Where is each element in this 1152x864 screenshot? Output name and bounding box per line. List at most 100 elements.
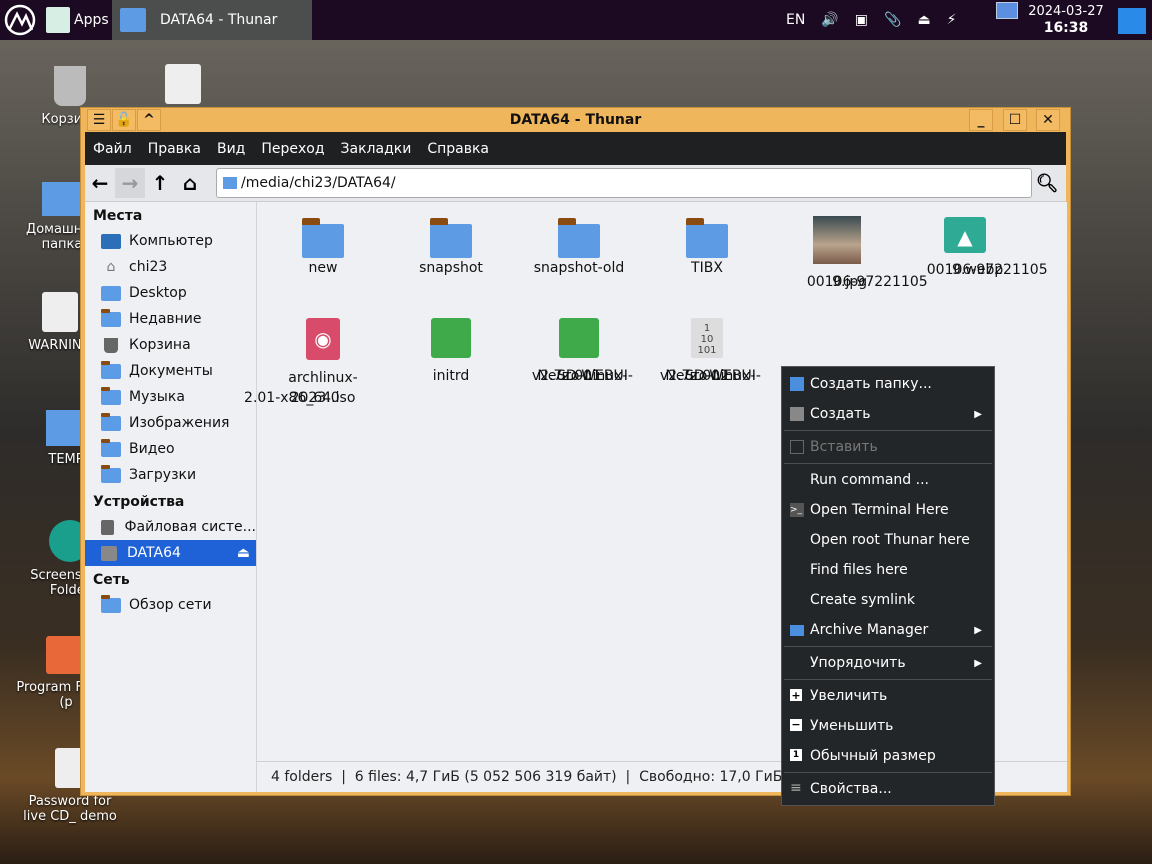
file-item[interactable]: 00106-97221105 9.jpg [773,216,901,292]
menu-item-open-root-thunar[interactable]: Open root Thunar here [782,525,994,555]
sidebar-item-pictures[interactable]: Изображения [85,410,256,436]
volume-icon[interactable]: 🔊 [821,12,838,28]
search-button[interactable]: 🔍︎ [1032,168,1062,198]
sidebar-item-videos[interactable]: Видео [85,436,256,462]
menu-item-label: Увеличить [810,688,888,704]
menu-item-open-terminal[interactable]: >_ Open Terminal Here [782,495,994,525]
menu-go[interactable]: Переход [253,141,332,157]
pin-button[interactable]: 🔓 [112,109,136,131]
sidebar-item-label: Обзор сети [129,597,212,613]
sidebar-item-home[interactable]: ⌂ chi23 [85,254,256,280]
app-menu-button[interactable] [4,0,36,40]
separator [784,772,992,773]
menu-file[interactable]: Файл [85,141,140,157]
sidebar-item-downloads[interactable]: Загрузки [85,462,256,488]
folder-icon [302,218,344,258]
forward-button[interactable]: → [115,168,145,198]
sidebar-item-documents[interactable]: Документы [85,358,256,384]
menu-edit[interactable]: Правка [140,141,209,157]
back-button[interactable]: ← [85,168,115,198]
sidebar-item-label: DATA64 [127,545,181,561]
menu-item-paste[interactable]: Вставить [782,432,994,462]
sidebar-item-recent[interactable]: Недавние [85,306,256,332]
menu-item-zoom-out[interactable]: − Уменьшить [782,711,994,741]
downloads-folder-icon [101,464,121,483]
menu-view[interactable]: Вид [209,141,253,157]
menu-item-properties[interactable]: ≡ Свойства... [782,774,994,804]
separator [784,463,992,464]
network-disconnected-icon[interactable]: ▣ [855,12,868,28]
file-item[interactable]: SD-WEBUI- Neuro-Linux- v2.7z.001 [517,318,641,386]
menu-help[interactable]: Справка [419,141,497,157]
sidebar-item-trash[interactable]: Корзина [85,332,256,358]
separator [784,646,992,647]
file-item[interactable]: 1 10 101 SD-WEBUI- Neuro-Linux- v2.7z.002 [645,318,769,386]
zoom-out-icon: − [790,718,802,731]
file-item[interactable]: snapshot [389,216,513,278]
documents-folder-icon [101,360,121,379]
desktop-icon-label: Password for live CD_ demo [23,794,117,824]
menu-item-run-command[interactable]: Run command ... [782,465,994,495]
terminal-icon: >_ [790,503,804,517]
menu-item-archive-manager[interactable]: Archive Manager ▶ [782,615,994,645]
menu-bar: Файл Правка Вид Переход Закладки Справка [85,132,1066,165]
sidebar-item-label: chi23 [129,259,168,275]
title-bar[interactable]: ☰ 🔓 ^ DATA64 - Thunar _ ☐ ✕ [81,108,1070,132]
maximize-button[interactable]: ☐ [1003,109,1027,131]
window-menu-button[interactable]: ☰ [87,109,111,131]
close-button[interactable]: ✕ [1036,109,1060,131]
location-bar[interactable]: /media/chi23/DATA64/ [216,168,1032,198]
workspace-switcher[interactable] [996,2,1018,19]
sidebar-item-label: Документы [129,363,213,379]
sidebar-section-places: Места [93,208,143,224]
sidebar-item-label: Desktop [129,285,187,301]
menu-bookmarks[interactable]: Закладки [333,141,420,157]
clock[interactable]: 2024-03-27 16:38 [1026,3,1106,37]
sidebar-item-computer[interactable]: Компьютер [85,228,256,254]
menu-item-normal-size[interactable]: 1 Обычный размер [782,741,994,771]
desktop-icon-document[interactable] [133,64,233,110]
file-item[interactable]: ◉ archlinux-2023.0 2.01-x86_64.iso [261,318,385,408]
eject-icon[interactable]: ⏏ [917,12,930,28]
minimize-button[interactable]: _ [969,109,993,131]
menu-item-zoom-in[interactable]: + Увеличить [782,681,994,711]
file-item[interactable]: snapshot-old [517,216,641,278]
clipboard-icon[interactable]: 📎 [884,12,901,28]
apps-button[interactable]: Apps [46,0,109,40]
file-item[interactable]: new [261,216,385,278]
home-icon: ⌂ [106,258,116,275]
menu-item-label: Open root Thunar here [810,532,970,548]
file-name: 00106-97221105 9.jpg [806,274,868,290]
eject-icon[interactable]: ⏏ [237,545,250,561]
image-icon: ▲ [944,217,986,253]
up-button[interactable]: ↑ [145,168,175,198]
home-button[interactable]: ⌂ [175,168,205,198]
videos-folder-icon [101,438,121,457]
taskbar: Apps DATA64 - Thunar EN 🔊 ▣ 📎 ⏏ ⚡ 2024-0… [0,0,1152,40]
separator [784,679,992,680]
sidebar-item-filesystem[interactable]: Файловая систе... [85,514,256,540]
file-item[interactable]: TIBX [645,216,769,278]
sidebar-item-network[interactable]: Обзор сети [85,592,256,618]
binary-file-icon: 1 10 101 [691,318,723,358]
file-item[interactable]: ▲ 00106-97221105 9.webp [901,216,1029,280]
sidebar-item-desktop[interactable]: Desktop [85,280,256,306]
menu-item-arrange[interactable]: Упорядочить ▶ [782,648,994,678]
date: 2024-03-27 [1028,4,1104,19]
status-text: 4 folders | 6 files: 4,7 ГиБ (5 052 506 … [271,769,783,785]
keyboard-layout[interactable]: EN [786,12,805,28]
power-icon[interactable]: ⚡ [947,12,957,28]
sidebar-item-label: Компьютер [129,233,213,249]
folder-icon [120,8,146,32]
menu-item-find-files[interactable]: Find files here [782,555,994,585]
file-item[interactable]: initrd [389,318,513,386]
shade-button[interactable]: ^ [137,109,161,131]
menu-item-label: Find files here [810,562,908,578]
menu-item-create-symlink[interactable]: Create symlink [782,585,994,615]
show-desktop-button[interactable] [1118,8,1146,34]
sidebar-item-data64[interactable]: DATA64 ⏏ [85,540,256,566]
taskbar-window-thunar[interactable]: DATA64 - Thunar [112,0,312,40]
menu-item-create-folder[interactable]: Создать папку... [782,369,994,399]
sidebar-item-music[interactable]: Музыка [85,384,256,410]
menu-item-create[interactable]: Создать ▶ [782,399,994,429]
